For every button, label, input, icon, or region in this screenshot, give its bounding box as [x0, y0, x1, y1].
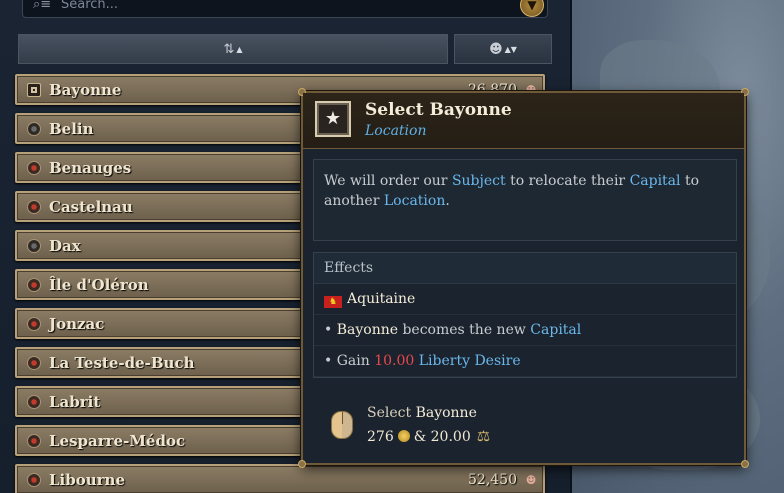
capital-link[interactable]: Capital	[630, 173, 681, 189]
select-location-tooltip: ★ Select Bayonne Location We will order …	[298, 88, 749, 468]
aquitaine-flag-icon: ♞	[324, 296, 342, 308]
effects-box: Effects ♞ Aquitaine • Bayonne becomes the…	[313, 252, 737, 378]
location-name: Lesparre-Médoc	[49, 431, 186, 450]
sort-bar: ⇅ ▲ ☻ ▲▼	[18, 34, 552, 64]
action-title: Select Bayonne	[367, 405, 477, 421]
location-marker-icon	[27, 394, 41, 409]
location-link[interactable]: Location	[384, 193, 445, 209]
location-marker-icon	[27, 238, 41, 253]
location-name: Bayonne	[49, 80, 122, 99]
alphabet-sort-icon: ⇅	[223, 41, 235, 57]
liberty-desire-link[interactable]: Liberty Desire	[419, 353, 521, 369]
location-marker-icon	[27, 277, 41, 292]
effects-header: Effects	[314, 253, 736, 284]
search-input[interactable]: Search...	[61, 0, 118, 12]
location-name: Castelnau	[49, 197, 133, 216]
sort-direction-icon: ▲	[236, 44, 243, 54]
population-value: 52,450	[468, 471, 517, 488]
sort-by-name-button[interactable]: ⇅ ▲	[18, 34, 448, 64]
tooltip-subtitle: Location	[365, 123, 427, 139]
gold-coin-icon	[397, 430, 410, 442]
population-icon: ☻	[525, 472, 537, 487]
location-name: Île d'Oléron	[49, 275, 149, 294]
population-icon: ☻	[489, 41, 503, 57]
capital-marker-icon	[27, 82, 41, 97]
location-marker-icon	[27, 355, 41, 370]
frame-corner	[741, 460, 749, 468]
location-marker-icon	[27, 199, 41, 214]
effect-new-capital: • Bayonne becomes the new Capital	[314, 315, 736, 346]
effect-country: ♞ Aquitaine	[314, 284, 736, 315]
search-bar[interactable]: ⌕≡ Search... ▼	[22, 0, 548, 18]
sort-by-population-button[interactable]: ☻ ▲▼	[454, 34, 552, 64]
tooltip-title: Select Bayonne	[365, 100, 512, 120]
subject-link[interactable]: Subject	[452, 173, 506, 189]
gold-cost: 276	[367, 429, 394, 445]
location-name: Jonzac	[49, 314, 105, 333]
location-marker-icon	[27, 433, 41, 448]
left-click-icon	[331, 411, 353, 439]
location-name: Dax	[49, 236, 81, 255]
liberty-desire-amount: 10.00	[374, 353, 415, 369]
location-name: Belin	[49, 119, 94, 138]
frame-corner	[298, 460, 306, 468]
star-icon: ★	[315, 101, 351, 137]
effect-liberty-desire: • Gain 10.00 Liberty Desire	[314, 346, 736, 377]
capital-link[interactable]: Capital	[530, 322, 581, 338]
list-item[interactable]: Libourne 52,450 ☻	[15, 464, 545, 493]
location-name: Benauges	[49, 158, 132, 177]
location-name: Libourne	[49, 470, 125, 489]
location-marker-icon	[27, 121, 41, 136]
location-marker-icon	[27, 472, 41, 487]
location-marker-icon	[27, 316, 41, 331]
tooltip-description: We will order our Subject to relocate th…	[313, 159, 737, 241]
influence-cost: & 20.00	[413, 429, 471, 445]
location-marker-icon	[27, 160, 41, 175]
sort-toggle-icon: ▲▼	[504, 44, 517, 54]
action-cost: 276 & 20.00 ⚖	[367, 427, 490, 445]
select-action: Select Bayonne 276 & 20.00 ⚖	[325, 401, 625, 451]
scales-icon: ⚖	[476, 427, 491, 445]
filter-button[interactable]: ▼	[520, 0, 544, 17]
location-name: Labrit	[49, 392, 101, 411]
country-name: Aquitaine	[347, 291, 416, 307]
location-name: La Teste-de-Buch	[49, 353, 195, 372]
search-icon: ⌕≡	[33, 0, 52, 12]
tooltip-header: ★ Select Bayonne Location	[303, 93, 744, 149]
